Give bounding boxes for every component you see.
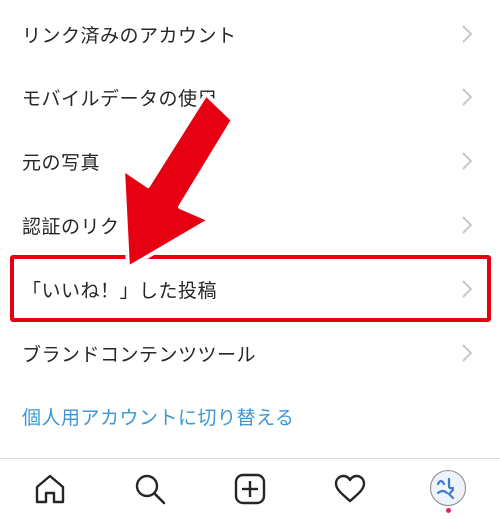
notification-dot	[446, 508, 451, 513]
settings-item-label: リンク済みのアカウント	[22, 24, 237, 47]
highlight-box	[10, 255, 491, 322]
search-icon	[135, 474, 166, 505]
settings-item-label: 認証のリク	[22, 215, 120, 238]
chevron-right-icon	[462, 216, 473, 234]
tab-search[interactable]	[130, 469, 170, 509]
profile-logo-icon	[436, 477, 455, 500]
settings-item-branded-content-tools[interactable]: ブランドコンテンツツール	[0, 321, 500, 385]
profile-avatar[interactable]	[430, 470, 466, 506]
switch-to-personal-account-link[interactable]: 個人用アカウントに切り替える	[0, 384, 500, 448]
home-icon	[35, 474, 65, 504]
heart-icon	[334, 474, 366, 503]
bottom-tab-bar	[0, 458, 500, 519]
chevron-right-icon	[462, 25, 473, 43]
add-post-icon	[234, 473, 266, 505]
tab-activity[interactable]	[330, 469, 370, 509]
settings-item-label: 元の写真	[22, 151, 101, 174]
settings-item-request-verification[interactable]: 認証のリク	[0, 193, 500, 257]
settings-item-linked-accounts[interactable]: リンク済みのアカウント	[0, 2, 500, 66]
chevron-right-icon	[462, 344, 473, 362]
settings-item-cellular-data[interactable]: モバイルデータの使用	[0, 65, 500, 129]
chevron-right-icon	[462, 88, 473, 106]
settings-item-label: ブランドコンテンツツール	[22, 343, 257, 366]
tab-home[interactable]	[30, 469, 70, 509]
settings-item-original-photos[interactable]: 元の写真	[0, 129, 500, 193]
tab-new-post[interactable]	[230, 469, 270, 509]
settings-item-label: モバイルデータの使用	[22, 87, 218, 110]
chevron-right-icon	[462, 152, 473, 170]
switch-account-label: 個人用アカウントに切り替える	[22, 406, 295, 429]
